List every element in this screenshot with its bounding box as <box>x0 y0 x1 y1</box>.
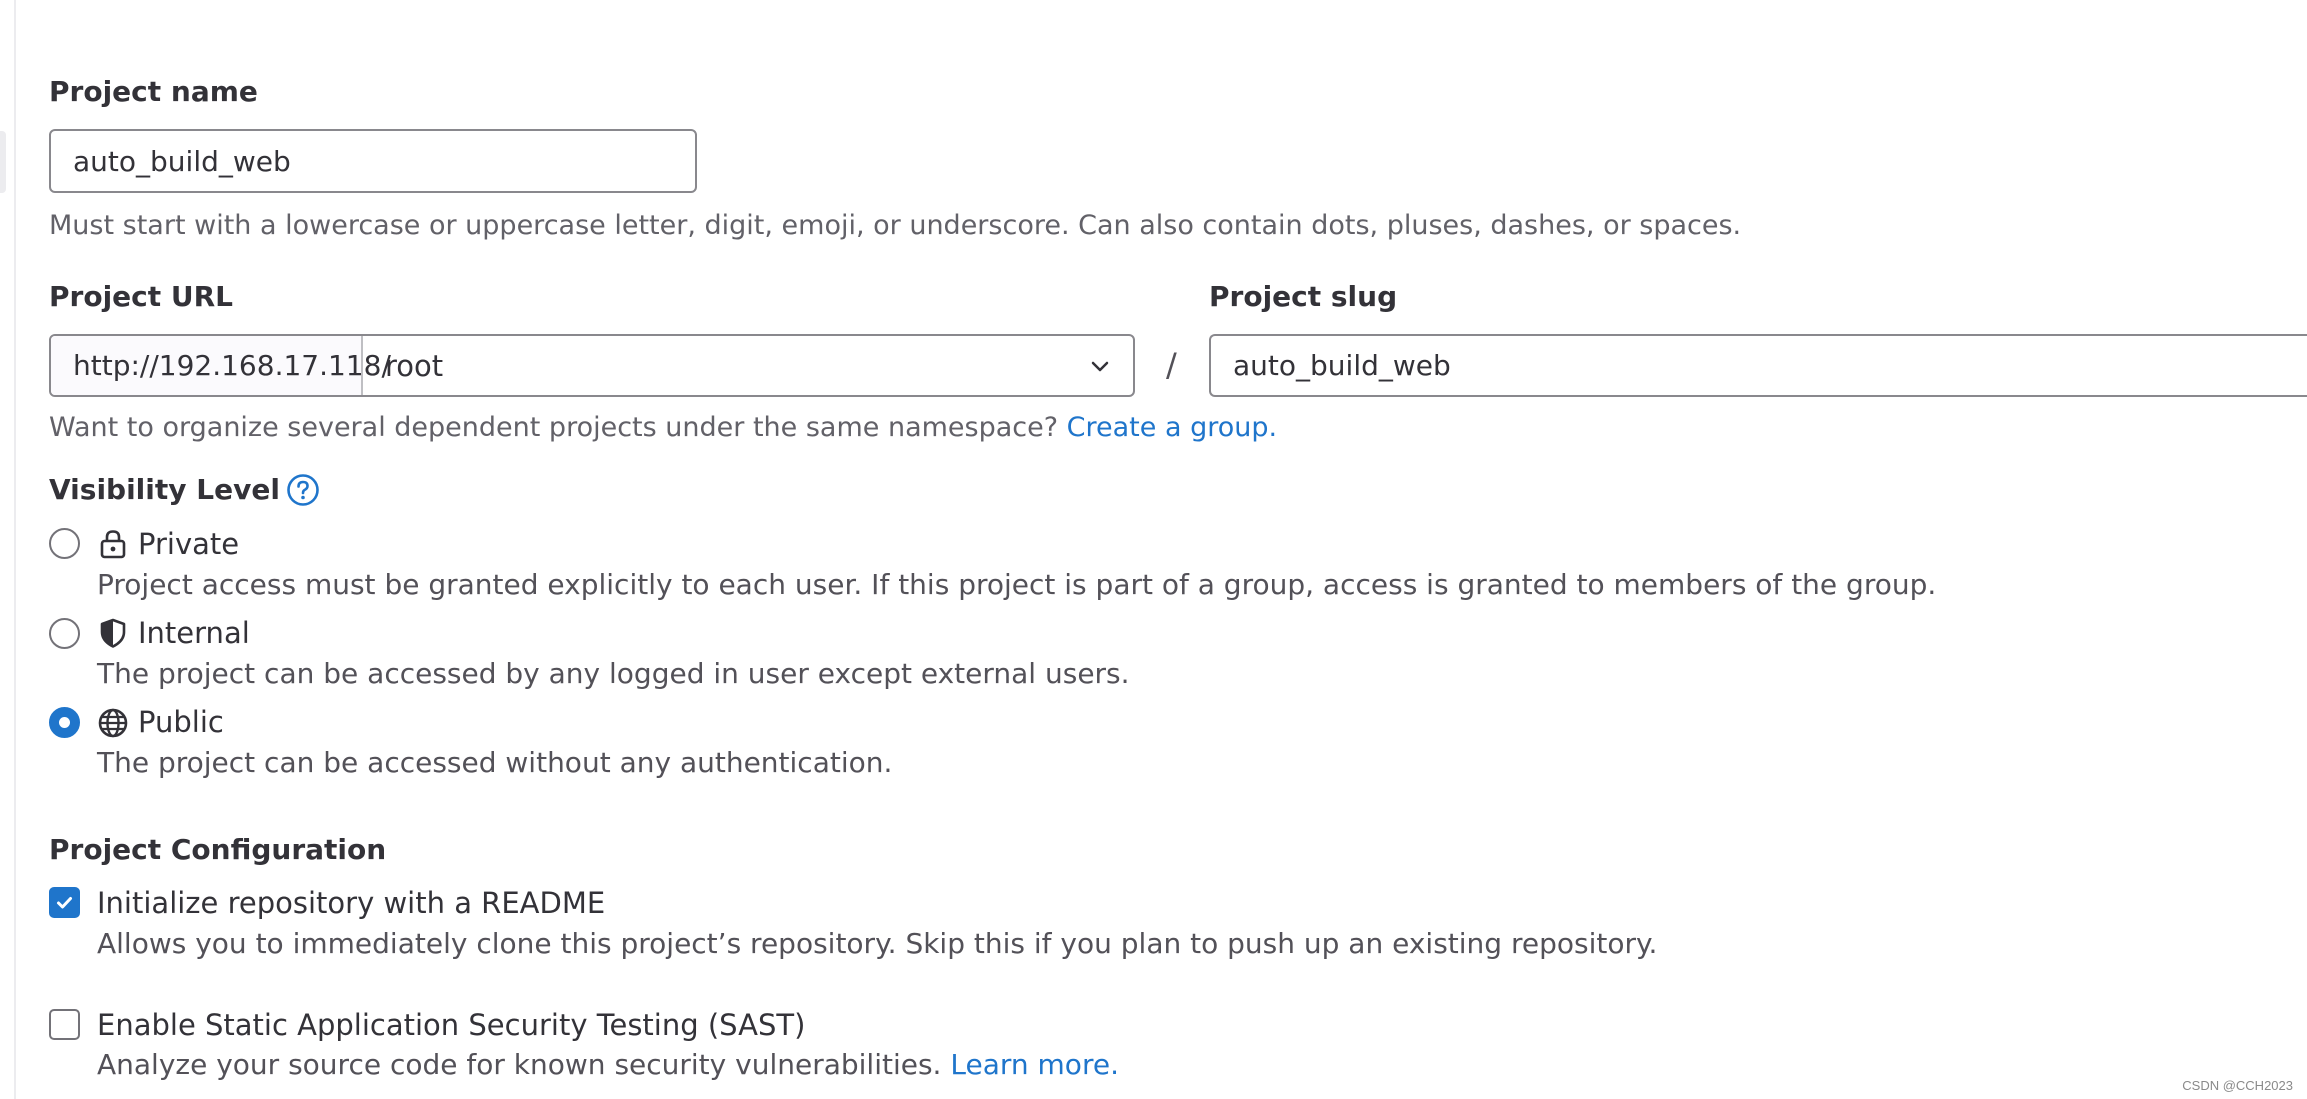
project-name-label: Project name <box>49 75 258 108</box>
project-url-label: Project URL <box>49 280 234 313</box>
left-rail-divider <box>14 0 16 1099</box>
visibility-option-public-label[interactable]: Public <box>138 703 224 741</box>
sast-checkbox-label[interactable]: Enable Static Application Security Testi… <box>97 1006 805 1044</box>
project-name-input[interactable]: auto_build_web <box>49 129 697 193</box>
visibility-radio-private[interactable] <box>49 528 80 559</box>
readme-checkbox-label[interactable]: Initialize repository with a README <box>97 884 605 922</box>
visibility-option-private-label[interactable]: Private <box>138 525 239 563</box>
visibility-radio-public[interactable] <box>49 707 80 738</box>
create-group-link[interactable]: Create a group. <box>1067 412 1277 443</box>
shield-icon <box>100 618 126 648</box>
sast-learn-more-link[interactable]: Learn more. <box>950 1048 1119 1081</box>
sast-description-text: Analyze your source code for known secur… <box>97 1048 942 1081</box>
project-slug-label: Project slug <box>1209 280 1398 313</box>
visibility-option-public-desc: The project can be accessed without any … <box>97 746 893 779</box>
readme-description: Allows you to immediately clone this pro… <box>97 927 1658 960</box>
watermark: CSDN @CCH2023 <box>2182 1078 2293 1093</box>
visibility-option-internal-desc: The project can be accessed by any logge… <box>97 657 1130 690</box>
lock-icon <box>100 530 126 559</box>
visibility-level-header: Visibility Level <box>49 472 320 508</box>
project-slug-value: auto_build_web <box>1233 349 1451 382</box>
question-circle-icon[interactable] <box>286 473 320 507</box>
url-slug-separator: / <box>1166 346 1177 384</box>
illustration-fragment <box>120 0 240 16</box>
chevron-down-icon <box>1091 361 1109 371</box>
project-name-value: auto_build_web <box>73 144 291 178</box>
project-url-group: http://192.168.17.118/ root <box>49 334 1135 397</box>
left-rail-tab <box>0 131 6 193</box>
namespace-value: root <box>385 348 444 383</box>
namespace-select[interactable]: root <box>363 336 1133 395</box>
visibility-level-label: Visibility Level <box>49 473 280 506</box>
sast-description: Analyze your source code for known secur… <box>97 1047 1119 1083</box>
namespace-help-text: Want to organize several dependent proje… <box>49 412 1059 443</box>
project-configuration-label: Project Configuration <box>49 833 387 866</box>
namespace-help: Want to organize several dependent proje… <box>49 410 1277 446</box>
globe-icon <box>98 708 128 738</box>
project-url-prefix: http://192.168.17.118/ <box>51 336 391 395</box>
sast-checkbox[interactable] <box>49 1009 80 1040</box>
readme-checkbox[interactable] <box>49 887 80 918</box>
project-slug-input[interactable]: auto_build_web <box>1209 334 2307 397</box>
visibility-option-internal-label[interactable]: Internal <box>138 614 250 652</box>
visibility-option-private-desc: Project access must be granted explicitl… <box>97 568 1937 601</box>
project-name-help: Must start with a lowercase or uppercase… <box>49 210 1742 241</box>
visibility-radio-internal[interactable] <box>49 618 80 649</box>
check-icon <box>57 897 72 909</box>
